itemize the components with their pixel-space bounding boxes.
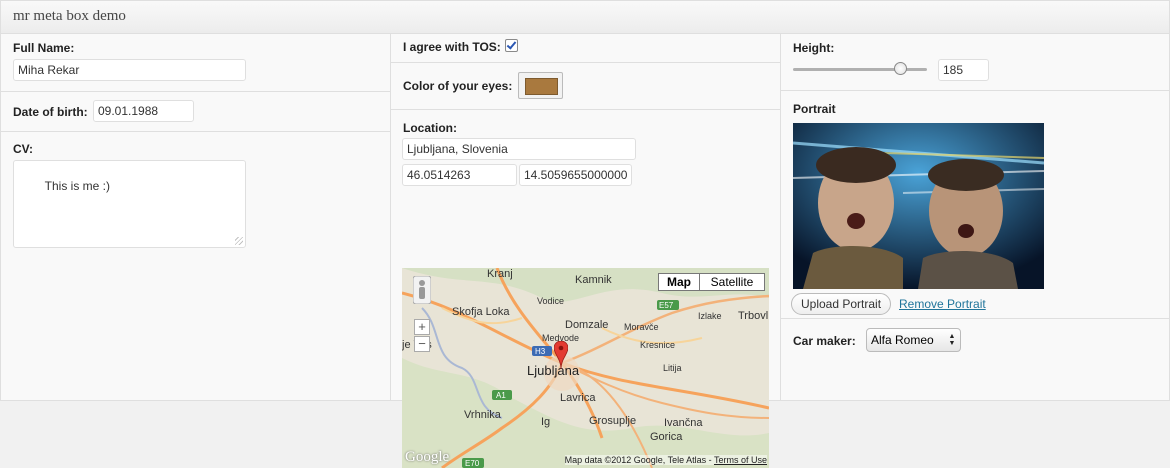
select-arrows-icon: ▲ ▼	[948, 333, 956, 347]
location-input[interactable]: Ljubljana, Slovenia	[402, 138, 636, 160]
full-name-label: Full Name:	[13, 41, 75, 55]
cv-textarea[interactable]: This is me :)	[13, 160, 246, 248]
remove-portrait-link[interactable]: Remove Portrait	[899, 297, 986, 311]
zoom-in-button[interactable]: +	[414, 319, 430, 335]
dob-label: Date of birth:	[13, 105, 88, 119]
place-skofja-loka: Skofja Loka	[452, 306, 510, 318]
cv-text: This is me :)	[44, 179, 111, 193]
height-label: Height:	[793, 41, 835, 55]
upload-portrait-button[interactable]: Upload Portrait	[791, 293, 892, 315]
height-input[interactable]: 185	[938, 59, 989, 81]
dob-input[interactable]: 09.01.1988	[93, 100, 194, 122]
portrait-image	[793, 123, 1044, 289]
car-maker-label: Car maker:	[793, 334, 856, 348]
place-domzale: Domzale	[565, 319, 609, 331]
google-logo: Google	[405, 449, 450, 465]
place-vrhnika: Vrhnika	[464, 409, 501, 421]
cv-label: CV:	[13, 142, 34, 156]
place-izlake: Izlake	[698, 311, 722, 321]
height-slider-handle[interactable]	[894, 62, 908, 75]
field-eye-color: Color of your eyes:	[391, 63, 780, 110]
shield-e70: E70	[465, 459, 480, 468]
zoom-out-button[interactable]: −	[414, 336, 430, 352]
latitude-input[interactable]: 46.0514263	[402, 164, 517, 186]
field-car-maker: Car maker: Alfa Romeo ▲ ▼	[781, 319, 1169, 359]
location-map[interactable]: E57 H3 A1 E70 Kranj Kamnik Vodice Skofja…	[402, 268, 769, 468]
place-lavrica: Lavrica	[560, 392, 596, 404]
meta-box-header[interactable]: mr meta box demo	[1, 1, 1169, 34]
place-kranj: Kranj	[487, 268, 513, 280]
map-attribution: Map data ©2012 Google, Tele Atlas - Term…	[564, 455, 767, 465]
meta-box-title: mr meta box demo	[13, 8, 126, 24]
field-height: Height: 185	[781, 34, 1169, 91]
place-ivancna: Ivančna	[664, 417, 703, 429]
field-date-of-birth: Date of birth: 09.01.1988	[1, 92, 390, 132]
map-type-map-button[interactable]: Map	[658, 273, 700, 291]
location-label: Location:	[403, 121, 457, 135]
field-location: Location: Ljubljana, Slovenia 46.0514263…	[391, 110, 780, 468]
place-gorica: Gorica	[650, 431, 683, 443]
eye-color-label: Color of your eyes:	[403, 79, 513, 93]
column-appearance: Height: 185 Portrait Upload Portrait Rem…	[781, 34, 1169, 400]
eye-color-picker[interactable]	[518, 72, 563, 99]
portrait-label: Portrait	[793, 102, 836, 116]
map-marker-icon[interactable]	[554, 341, 568, 369]
column-preferences: I agree with TOS: Color of your eyes: Lo…	[391, 34, 781, 468]
car-maker-value: Alfa Romeo	[871, 333, 934, 347]
column-personal: Full Name: Miha Rekar Date of birth: 09.…	[1, 34, 391, 400]
place-kresnice: Kresnice	[640, 340, 676, 350]
meta-box: mr meta box demo Full Name: Miha Rekar D…	[0, 0, 1170, 468]
field-portrait: Portrait Upload Portrait Remove Portrait	[781, 91, 1169, 319]
full-name-input[interactable]: Miha Rekar	[13, 59, 246, 81]
place-vodice: Vodice	[537, 296, 565, 306]
place-ig: Ig	[541, 416, 551, 428]
map-type-satellite-button[interactable]: Satellite	[699, 273, 765, 291]
place-kamnik: Kamnik	[575, 274, 612, 286]
tos-label: I agree with TOS:	[403, 40, 501, 54]
shield-h3: H3	[535, 347, 546, 356]
pegman-icon[interactable]	[413, 276, 431, 304]
resize-handle[interactable]	[235, 237, 243, 245]
tos-checkbox[interactable]	[505, 39, 518, 52]
shield-e57: E57	[659, 301, 674, 310]
place-trbovlje: Trbovl	[738, 310, 769, 322]
map-attribution-text: Map data ©2012 Google, Tele Atlas -	[564, 455, 714, 465]
eye-color-swatch	[525, 78, 558, 95]
terms-of-use-link[interactable]: Terms of Use	[714, 455, 767, 465]
shield-a1: A1	[496, 391, 506, 400]
field-tos: I agree with TOS:	[391, 34, 780, 63]
field-cv: CV: This is me :)	[1, 132, 390, 252]
field-full-name: Full Name: Miha Rekar	[1, 34, 390, 92]
car-maker-select[interactable]: Alfa Romeo ▲ ▼	[866, 328, 961, 352]
place-moravce: Moravče	[624, 322, 659, 332]
longitude-input[interactable]: 14.5059655000000	[519, 164, 632, 186]
place-litija: Litija	[663, 363, 682, 373]
place-grosuplje: Grosuplje	[589, 415, 637, 427]
map-canvas	[402, 268, 769, 468]
